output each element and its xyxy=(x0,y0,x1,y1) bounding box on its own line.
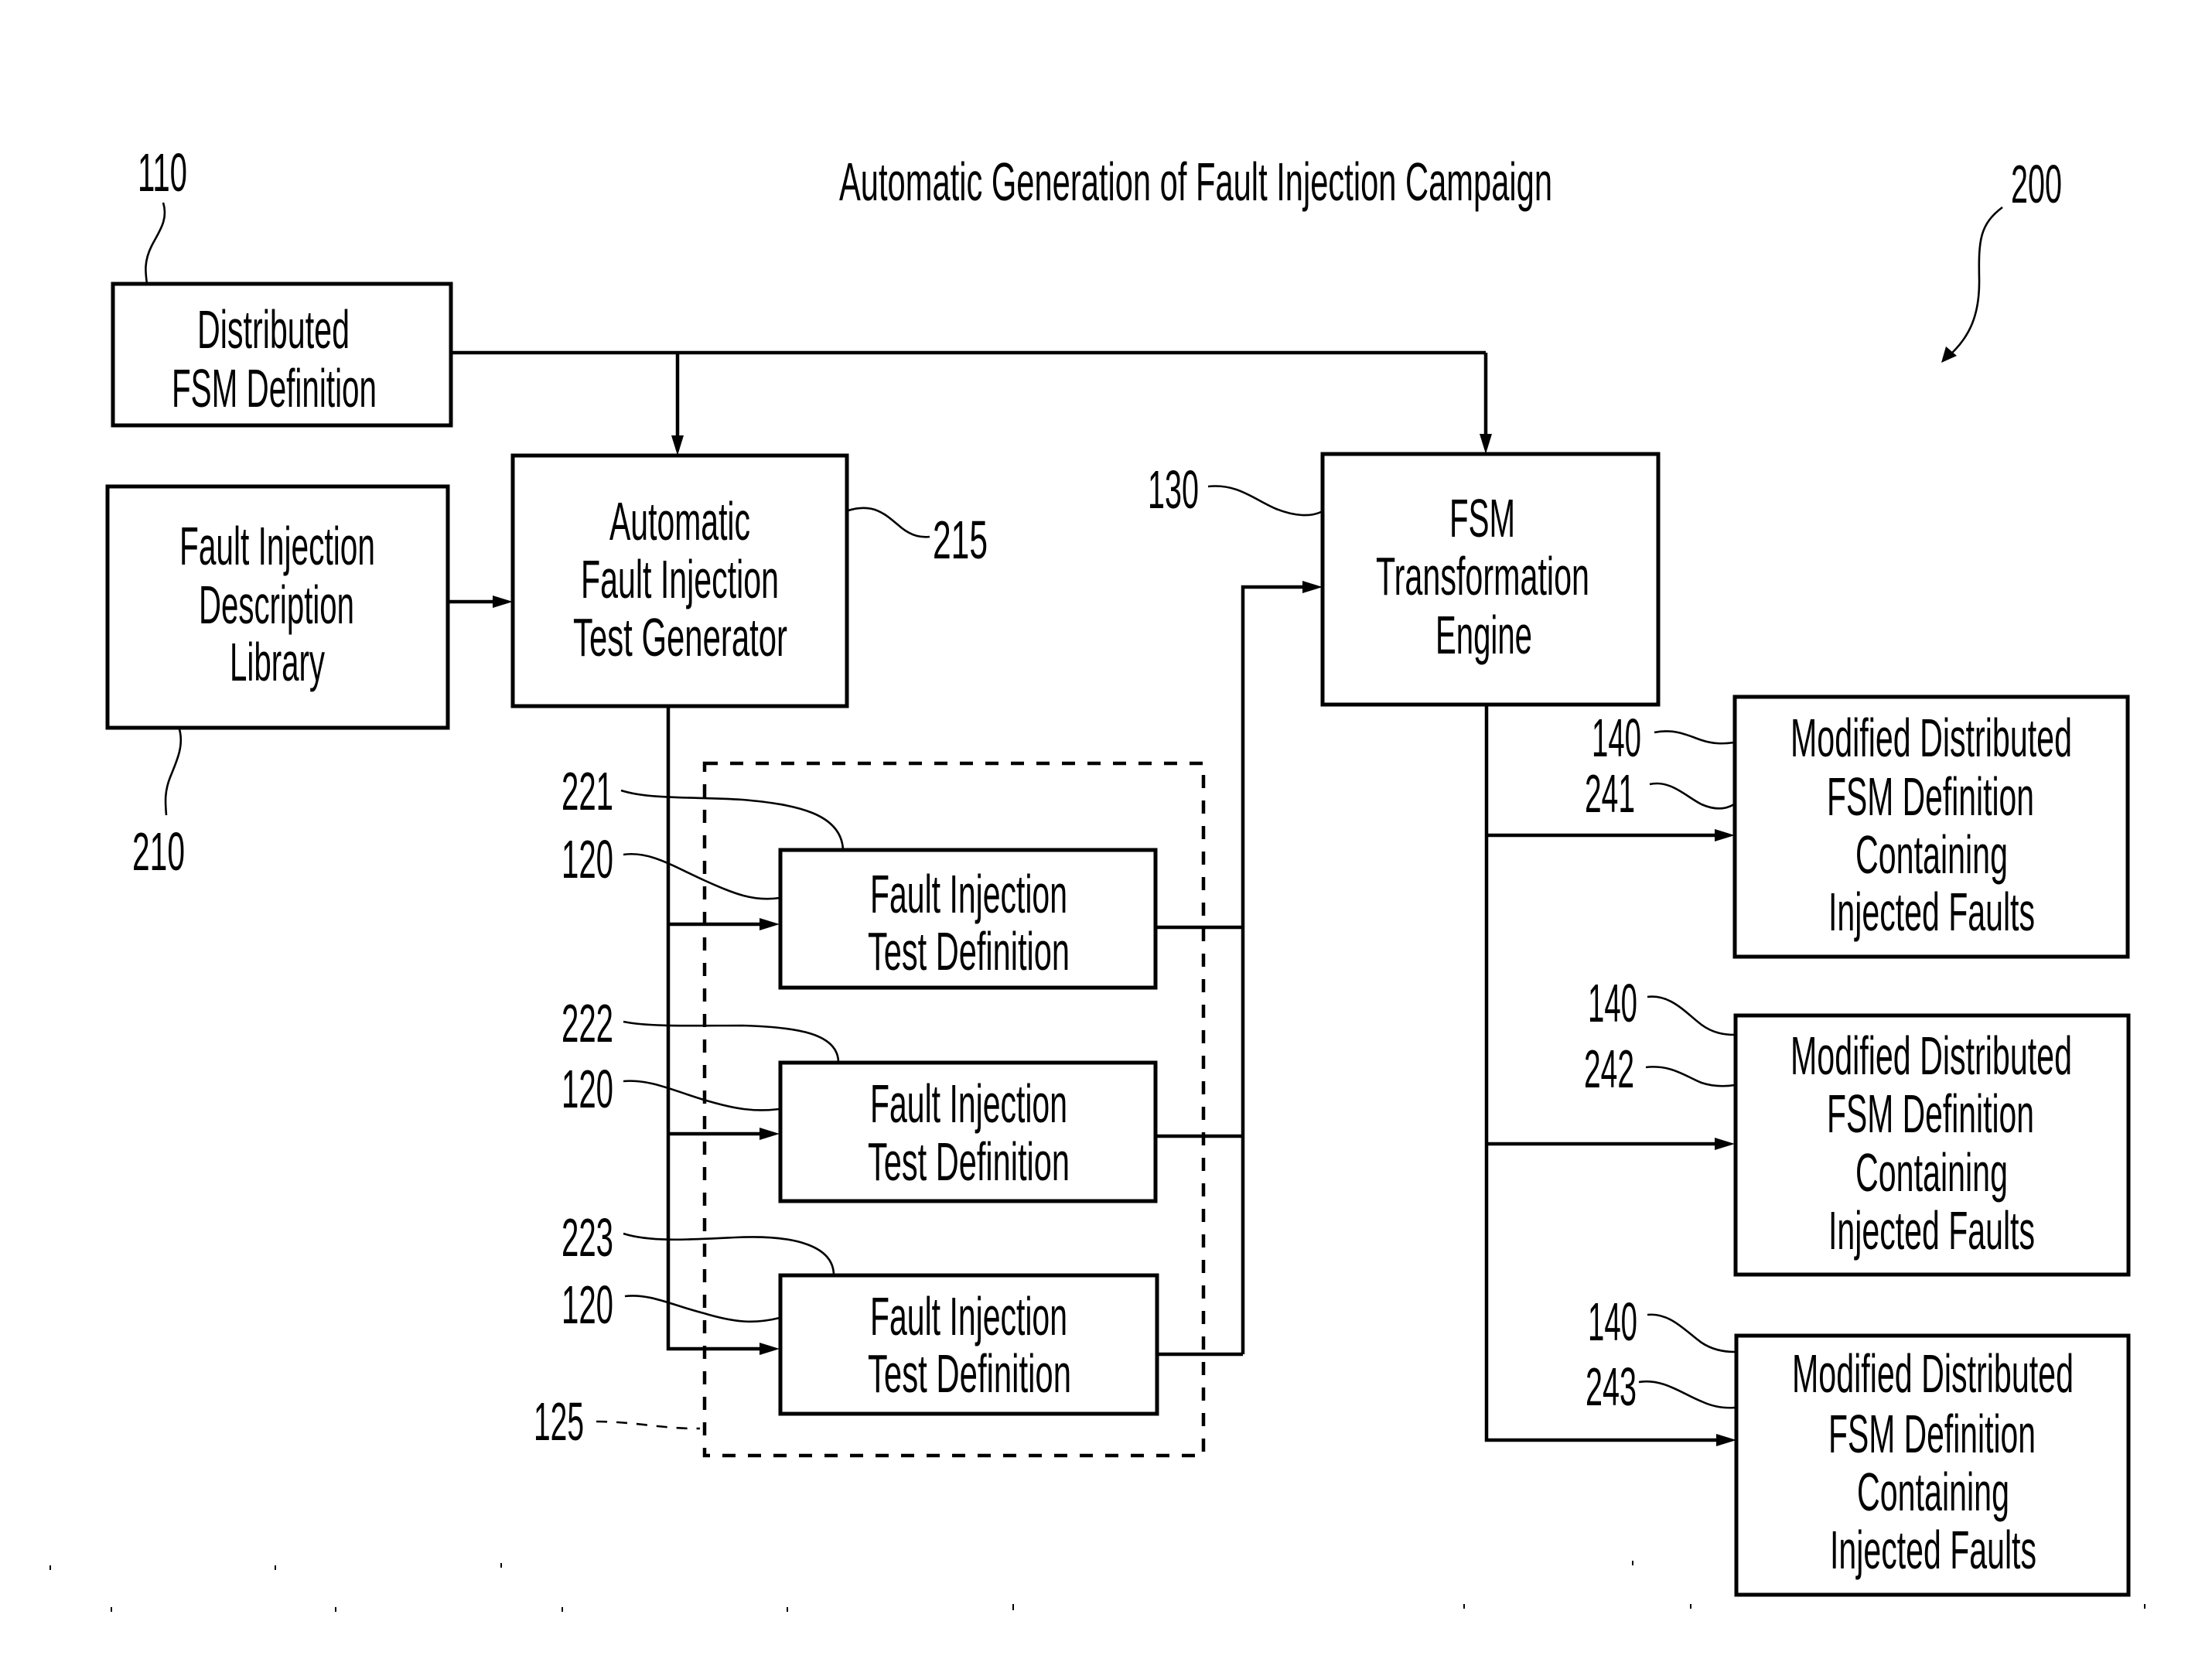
fault-injection-description-library-box: Fault Injection Description Library xyxy=(105,484,450,730)
ref-label-223: 223 xyxy=(562,1207,613,1268)
arrowhead-icon xyxy=(760,918,780,930)
box-line: Injected Faults xyxy=(1830,1520,2036,1580)
box-line: Containing xyxy=(1857,1462,2009,1522)
box-line: Distributed xyxy=(197,299,350,360)
ref-label-222: 222 xyxy=(562,993,613,1053)
ref-label-120: 120 xyxy=(562,1059,613,1119)
box-line: Library xyxy=(230,632,325,692)
box-line: Modified Distributed xyxy=(1790,708,2072,768)
diagram-title: Automatic Generation of Fault Injection … xyxy=(839,152,1552,212)
ref-leader-125 xyxy=(596,1420,701,1430)
modified-definition-box-2: Modified Distributed FSM Definition Cont… xyxy=(1733,1013,2131,1277)
fsm-transformation-engine-box: FSM Transformation Engine xyxy=(1320,452,1661,707)
ref-leader-242 xyxy=(1645,1066,1736,1087)
box-line: Injected Faults xyxy=(1828,1200,2035,1261)
box-line: Fault Injection xyxy=(179,516,375,576)
ref-leader-140 xyxy=(1654,730,1735,745)
ref-label-140: 140 xyxy=(1588,973,1637,1033)
ref-leader-130 xyxy=(1207,485,1322,517)
ref-label-221: 221 xyxy=(562,761,613,821)
ref-label-215: 215 xyxy=(933,510,988,570)
arrowhead-icon xyxy=(493,596,513,608)
box-line: Injected Faults xyxy=(1828,882,2035,942)
ref-leader-140 xyxy=(1647,995,1736,1036)
ref-label-241: 241 xyxy=(1585,763,1635,824)
arrowhead-icon xyxy=(760,1343,780,1355)
ref-leader-222 xyxy=(623,1020,840,1063)
box-line: Test Definition xyxy=(868,921,1070,981)
box-line: FSM Definition xyxy=(1828,1404,2036,1464)
ref-leader-241 xyxy=(1649,782,1735,810)
figure-ref-arrow xyxy=(1943,206,2003,362)
fault-injection-campaign-diagram: Automatic Generation of Fault Injection … xyxy=(0,0,2212,1669)
ref-label-125: 125 xyxy=(534,1391,584,1452)
box-line: Test Definition xyxy=(868,1343,1071,1404)
box-line: Fault Injection xyxy=(870,864,1067,924)
distributed-fsm-definition-box: Distributed FSM Definition xyxy=(111,282,453,428)
modified-definition-box-1: Modified Distributed FSM Definition Cont… xyxy=(1732,695,2130,959)
test-definition-box-3: Fault Injection Test Definition xyxy=(778,1273,1159,1416)
test-definition-box-2: Fault Injection Test Definition xyxy=(778,1060,1158,1203)
ref-leader-120 xyxy=(623,1080,780,1111)
ref-leader-215 xyxy=(848,507,930,538)
arrowhead-icon xyxy=(671,435,684,456)
figure-ref-label: 200 xyxy=(2011,154,2062,214)
box-line: Description xyxy=(199,575,354,635)
connector-generator-trunk xyxy=(666,706,766,1351)
arrowhead-icon xyxy=(1715,829,1735,841)
ref-label-120: 120 xyxy=(562,829,613,889)
box-line: Fault Injection xyxy=(870,1073,1067,1134)
ref-leader-210 xyxy=(164,729,183,816)
ref-label-242: 242 xyxy=(1584,1039,1634,1099)
ref-leader-120 xyxy=(623,852,780,900)
connector-test-definition-outputs xyxy=(1155,925,1243,1357)
box-line: Modified Distributed xyxy=(1790,1026,2072,1086)
figure-ref-arrowhead-icon xyxy=(1941,346,1957,363)
box-line: FSM Definition xyxy=(1827,1084,2034,1144)
test-definition-box-1: Fault Injection Test Definition xyxy=(778,848,1158,990)
ref-leader-243 xyxy=(1638,1380,1736,1409)
ref-leader-223 xyxy=(623,1232,835,1276)
box-line: FSM Definition xyxy=(172,358,377,418)
ref-leader-110 xyxy=(145,202,166,285)
arrowhead-icon xyxy=(1302,581,1323,593)
box-line: Fault Injection xyxy=(870,1286,1067,1346)
ref-label-120: 120 xyxy=(562,1275,613,1335)
box-line: Fault Injection xyxy=(581,549,779,609)
box-line: Modified Distributed xyxy=(1792,1343,2074,1404)
automatic-test-generator-box: Automatic Fault Injection Test Generator xyxy=(510,453,849,708)
box-line: Automatic xyxy=(609,491,750,551)
box-line: Test Definition xyxy=(868,1131,1070,1192)
modified-definition-box-3: Modified Distributed FSM Definition Cont… xyxy=(1734,1333,2131,1597)
ref-leader-221 xyxy=(620,789,845,851)
ref-leader-140 xyxy=(1647,1313,1736,1353)
arrowhead-icon xyxy=(760,1128,780,1140)
arrowhead-icon xyxy=(1716,1434,1736,1446)
ref-label-140: 140 xyxy=(1588,1292,1637,1352)
arrowhead-icon xyxy=(1480,434,1492,454)
ref-label-210: 210 xyxy=(132,821,185,882)
ref-label-140: 140 xyxy=(1592,708,1641,768)
arrowhead-icon xyxy=(1715,1138,1735,1150)
box-line: FSM xyxy=(1449,488,1515,548)
box-line: Engine xyxy=(1435,605,1532,665)
box-line: Containing xyxy=(1855,824,2008,885)
ref-label-130: 130 xyxy=(1148,459,1199,520)
box-line: Transformation xyxy=(1376,546,1589,606)
ref-leader-120 xyxy=(624,1295,780,1323)
box-line: FSM Definition xyxy=(1827,766,2034,827)
connector-collector-to-engine xyxy=(1241,585,1307,1354)
ref-label-243: 243 xyxy=(1586,1357,1637,1417)
box-line: Test Generator xyxy=(573,607,787,667)
ref-label-110: 110 xyxy=(138,142,187,203)
box-line: Containing xyxy=(1855,1142,2008,1203)
